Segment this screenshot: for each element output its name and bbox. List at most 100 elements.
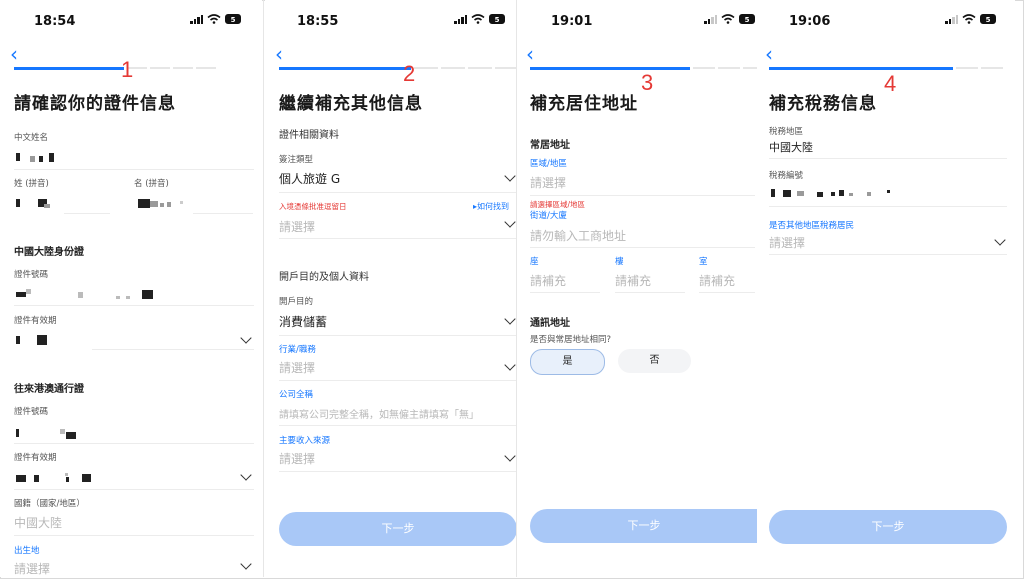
status-time: 19:01 <box>551 14 593 29</box>
page-title: 補充居住地址 <box>530 94 638 114</box>
chevron-down-icon[interactable] <box>504 313 516 325</box>
signal-icon <box>945 14 958 24</box>
purpose-label: 開戶目的 <box>279 297 314 307</box>
street-input[interactable]: 請勿輸入工商地址 <box>530 227 626 244</box>
wifi-icon <box>471 14 485 24</box>
stay-date-select[interactable]: 請選擇 <box>279 218 315 235</box>
block-input[interactable]: 請補充 <box>530 272 566 289</box>
step-number-annotation: 1 <box>121 57 134 82</box>
region-select[interactable]: 請選擇 <box>530 174 566 191</box>
mailing-section: 通訊地址 <box>530 318 570 329</box>
next-button[interactable]: 下一步 <box>279 512 517 546</box>
back-button[interactable]: ‹ <box>10 44 18 64</box>
visa-type-label: 簽注類型 <box>279 155 314 165</box>
status-icons: 5 <box>945 14 996 24</box>
birthplace-label: 出生地 <box>14 546 40 556</box>
surname-label: 姓 (拼音) <box>14 179 49 189</box>
chevron-down-icon[interactable] <box>240 558 252 570</box>
industry-select[interactable]: 請選擇 <box>279 359 315 376</box>
income-select[interactable]: 請選擇 <box>279 450 315 467</box>
industry-label: 行業/職務 <box>279 345 316 355</box>
company-input[interactable]: 請填寫公司完整全稱，如無僱主請填寫「無」 <box>279 406 479 421</box>
yes-option[interactable]: 是 <box>530 349 605 375</box>
street-label: 街道/大廈 <box>530 211 567 221</box>
company-label: 公司全稱 <box>279 390 314 400</box>
residential-section: 常居地址 <box>530 140 570 151</box>
id-number-label: 證件號碼 <box>14 270 49 280</box>
battery-icon: 5 <box>489 14 505 24</box>
screen-more-info: 18:55 5 ‹ 2 繼續補充其他信息 證件相關資料 簽注類型 個人旅遊 G … <box>265 0 530 577</box>
how-to-find-link[interactable]: ▸如何找到 <box>473 201 509 212</box>
tax-region-value: 中國大陸 <box>769 141 813 154</box>
signal-icon <box>454 14 467 24</box>
nationality-value: 中國大陸 <box>14 516 63 530</box>
step-number-annotation: 3 <box>641 70 654 95</box>
chinese-name-label: 中文姓名 <box>14 133 49 143</box>
back-button[interactable]: ‹ <box>275 44 283 64</box>
stay-date-label: 入境憑條批准逗留日 <box>279 202 347 211</box>
wifi-icon <box>721 14 735 24</box>
permit-number-label: 證件號碼 <box>14 407 49 417</box>
tax-number-label: 稅務編號 <box>769 171 804 181</box>
block-label: 座 <box>530 257 539 267</box>
status-time: 19:06 <box>789 14 831 29</box>
page-title: 繼續補充其他信息 <box>279 94 423 114</box>
chevron-down-icon[interactable] <box>240 469 252 481</box>
battery-icon: 5 <box>980 14 996 24</box>
same-address-question: 是否與常居地址相同? <box>530 335 612 345</box>
region-label: 區域/地區 <box>530 159 567 169</box>
status-icons: 5 <box>190 14 241 24</box>
status-icons: 5 <box>704 14 755 24</box>
given-name-label: 名 (拼音) <box>134 179 169 189</box>
visa-type-select[interactable]: 個人旅遊 G <box>279 170 340 187</box>
battery-icon: 5 <box>739 14 755 24</box>
page-title: 請確認你的證件信息 <box>14 94 176 114</box>
redacted-value <box>16 153 20 161</box>
back-button[interactable]: ‹ <box>526 44 534 64</box>
hk-permit-section: 往來港澳通行證 <box>14 384 84 395</box>
permit-validity-label: 證件有效期 <box>14 453 57 463</box>
other-tax-label: 是否其他地區稅務居民 <box>769 221 855 231</box>
screen-address: 19:01 5 ‹ 3 補充居住地址 常居地址 區域/地區 請選擇 請選擇區域/… <box>517 0 762 577</box>
chevron-down-icon[interactable] <box>504 170 516 182</box>
next-button[interactable]: 下一步 <box>530 509 758 543</box>
screen-tax: 19:06 5 ‹ 4 補充稅務信息 稅務地區 中國大陸 稅務編號 是否其他地區… <box>757 0 1015 577</box>
floor-input[interactable]: 請補充 <box>615 272 651 289</box>
room-label: 室 <box>699 257 708 267</box>
back-button[interactable]: ‹ <box>765 44 773 64</box>
step-number-annotation: 4 <box>884 71 897 96</box>
next-button[interactable]: 下一步 <box>769 510 1007 544</box>
purpose-select[interactable]: 消費儲蓄 <box>279 313 327 330</box>
chevron-down-icon[interactable] <box>504 450 516 462</box>
mainland-id-section: 中國大陸身份證 <box>14 247 84 258</box>
tax-region-label: 稅務地區 <box>769 127 804 137</box>
screen-confirm-id: 18:54 5 ‹ 1 請確認你的證件信息 中文姓名 姓 (拼音) 名 (拼音)… <box>0 0 262 577</box>
nationality-label: 國籍（國家/地區） <box>14 499 85 509</box>
status-icons: 5 <box>454 14 505 24</box>
status-time: 18:55 <box>297 14 339 29</box>
chevron-down-icon[interactable] <box>240 332 252 344</box>
progress-bar <box>769 67 1003 70</box>
step-number-annotation: 2 <box>403 61 416 86</box>
signal-icon <box>190 14 203 24</box>
income-label: 主要收入來源 <box>279 436 331 446</box>
chevron-down-icon[interactable] <box>504 216 516 228</box>
status-time: 18:54 <box>34 14 76 29</box>
progress-bar <box>279 67 519 70</box>
id-validity-label: 證件有效期 <box>14 316 57 326</box>
purpose-section: 開戶目的及個人資料 <box>279 272 369 283</box>
room-input[interactable]: 請補充 <box>699 272 735 289</box>
progress-bar <box>14 67 216 70</box>
signal-icon <box>704 14 717 24</box>
floor-label: 樓 <box>615 257 624 267</box>
wifi-icon <box>962 14 976 24</box>
other-tax-select[interactable]: 請選擇 <box>769 234 805 251</box>
chevron-down-icon[interactable] <box>504 359 516 371</box>
chevron-down-icon[interactable] <box>994 234 1006 246</box>
wifi-icon <box>207 14 221 24</box>
page-title: 補充稅務信息 <box>769 94 877 114</box>
no-option[interactable]: 否 <box>618 349 691 373</box>
redacted-value <box>771 189 775 197</box>
battery-icon: 5 <box>225 14 241 24</box>
birthplace-select[interactable]: 請選擇 <box>14 560 50 577</box>
